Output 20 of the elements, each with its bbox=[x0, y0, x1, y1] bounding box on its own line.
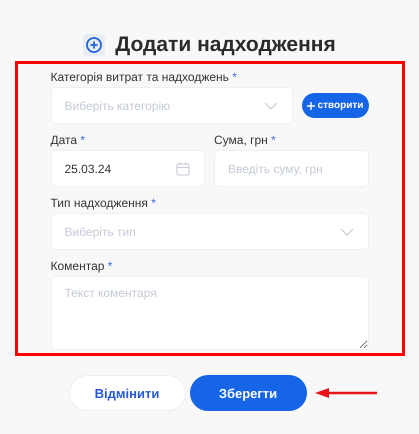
field-label: Сума, грн * bbox=[214, 133, 277, 147]
type-select[interactable]: Виберіть тип bbox=[50, 213, 368, 250]
field-label: Тип надходження * bbox=[50, 196, 157, 210]
page-title: Додати надходження bbox=[115, 33, 336, 57]
create-button[interactable]: створити bbox=[302, 93, 368, 118]
field-label: Дата * bbox=[50, 133, 86, 147]
plus-circle-icon bbox=[83, 34, 106, 56]
category-select[interactable]: Виберіть категорію bbox=[50, 87, 292, 124]
chevron-down-icon bbox=[340, 228, 354, 236]
cancel-button[interactable]: Відмінити bbox=[68, 375, 186, 411]
calendar-icon bbox=[176, 162, 190, 176]
save-button[interactable]: Зберегти bbox=[190, 375, 306, 411]
amount-field[interactable]: Введіть суму, грн bbox=[214, 150, 368, 187]
chevron-down-icon bbox=[264, 102, 278, 110]
plus-icon bbox=[306, 102, 315, 110]
date-field[interactable]: 25.03.24 bbox=[50, 150, 205, 187]
comment-field[interactable]: Текст коментаря bbox=[50, 276, 368, 350]
arrow-icon bbox=[314, 388, 376, 398]
field-label: Коментар * bbox=[50, 259, 114, 273]
field-label: Категорія витрат та надходжень * bbox=[50, 70, 238, 84]
